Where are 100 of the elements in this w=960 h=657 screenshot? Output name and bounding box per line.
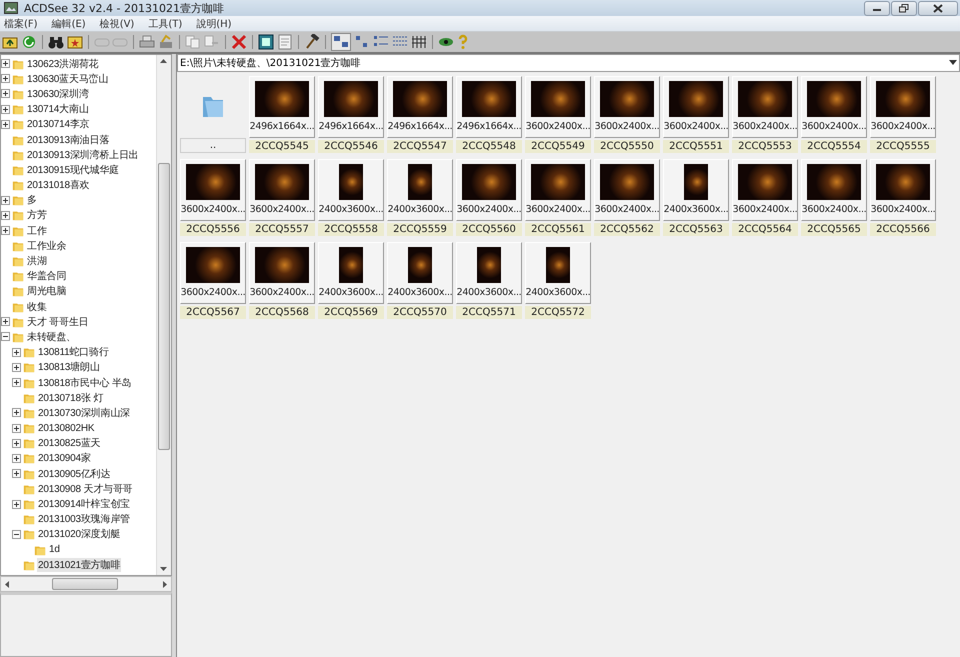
thumbnail[interactable]: 3600x2400x... [870, 159, 936, 221]
hammer-icon[interactable] [304, 34, 320, 50]
tree-item[interactable]: 方芳 [26, 208, 48, 222]
thumbnail[interactable]: 2400x3600x... [663, 159, 729, 221]
menu-item[interactable]: 檔案(F) [4, 16, 38, 30]
close-button[interactable] [918, 0, 958, 16]
tree-item[interactable]: 20131020深度划艇 [37, 527, 122, 542]
tree-item[interactable]: 20130802HK [37, 422, 96, 434]
expand-icon[interactable] [12, 348, 21, 357]
folder-up-icon[interactable] [2, 35, 18, 49]
tree-item[interactable]: 130630蓝天马峦山 [26, 72, 110, 86]
scrollbar-thumb[interactable] [52, 578, 118, 590]
tree-item[interactable]: 130714大南山 [26, 102, 90, 116]
thumbnail[interactable]: 3600x2400x... [732, 76, 798, 138]
tree-item[interactable]: 20130825蓝天 [37, 436, 102, 450]
thumbnail[interactable]: 3600x2400x... [525, 159, 591, 221]
tree-item[interactable]: 20130904家 [37, 451, 92, 466]
tree-item[interactable]: 130630深圳湾 [26, 86, 90, 101]
expand-icon[interactable] [12, 424, 21, 433]
thumbnail[interactable]: 3600x2400x... [594, 76, 660, 138]
tree-item[interactable]: 工作业余 [26, 238, 68, 253]
expand-icon[interactable] [1, 74, 10, 84]
expand-icon[interactable] [1, 59, 10, 68]
thumbnail[interactable]: 2400x3600x... [387, 159, 453, 221]
tree-item[interactable]: 20130905亿利达 [37, 466, 112, 481]
thumbnail[interactable]: 3600x2400x... [180, 159, 246, 221]
thumbnail[interactable]: 2496x1664x... [456, 76, 522, 138]
thumbnail[interactable]: 2400x3600x... [456, 242, 522, 304]
dropdown-icon[interactable] [949, 60, 957, 66]
tree-item[interactable]: 20131021壹方咖啡 [37, 558, 122, 572]
expand-icon[interactable] [12, 438, 21, 448]
tree-item[interactable]: 130623洪湖荷花 [26, 56, 100, 71]
thumbnail[interactable]: 2400x3600x... [525, 242, 591, 304]
tree-item[interactable]: 20130913南油日落 [26, 132, 110, 147]
restore-button[interactable] [891, 0, 917, 16]
tree-item[interactable]: 20130914叶梓宝创宝 [37, 497, 131, 512]
expand-icon[interactable] [12, 500, 21, 509]
thumbnail[interactable]: 3600x2400x... [249, 159, 315, 221]
expand-icon[interactable] [1, 89, 10, 98]
thumbnail[interactable]: 3600x2400x... [249, 242, 315, 304]
grid-view-icon[interactable] [411, 34, 427, 50]
collapse-icon[interactable] [1, 332, 10, 342]
expand-icon[interactable] [12, 454, 21, 463]
tree-item[interactable]: 华盖合同 [26, 269, 68, 284]
tree-item[interactable]: 20130714李京 [26, 117, 90, 132]
thumbnail[interactable]: 2400x3600x... [387, 242, 453, 304]
expand-icon[interactable] [1, 104, 10, 114]
refresh-icon[interactable] [21, 34, 37, 50]
tree-item[interactable]: 20130915现代城华庭 [26, 162, 120, 177]
tree-item[interactable]: 20130913深圳湾桥上日出 [26, 148, 140, 162]
thumbnail[interactable]: 2400x3600x... [318, 159, 384, 221]
thumbnail[interactable]: 2496x1664x... [387, 76, 453, 138]
thumbnail[interactable]: 3600x2400x... [525, 76, 591, 138]
thumbnail[interactable]: 3600x2400x... [801, 76, 867, 138]
tree-item[interactable]: 天才 哥哥生日 [26, 314, 90, 329]
expand-icon[interactable] [1, 210, 10, 220]
address-field[interactable]: E:\照片\未转硬盘、\20131021壹方咖啡 [178, 56, 949, 70]
tree-item[interactable]: 20130908 天才与哥哥 [37, 482, 134, 496]
menu-item[interactable]: 說明(H) [196, 16, 232, 30]
binoculars-icon[interactable] [48, 35, 64, 49]
menu-item[interactable]: 檢視(V) [100, 16, 134, 30]
printer-icon[interactable] [139, 35, 155, 49]
tree-item[interactable]: 130811蛇口骑行 [37, 345, 110, 360]
small-icons-view-icon[interactable] [354, 34, 370, 50]
address-bar[interactable]: E:\照片\未转硬盘、\20131021壹方咖啡 [177, 54, 960, 72]
thumbnail[interactable]: 3600x2400x... [732, 159, 798, 221]
thumbnail[interactable]: 3600x2400x... [594, 159, 660, 221]
expand-icon[interactable] [12, 408, 21, 418]
thumbnail[interactable]: 2496x1664x... [249, 76, 315, 138]
thumbnail[interactable]: 3600x2400x... [456, 159, 522, 221]
thumbnail[interactable]: 2496x1664x... [318, 76, 384, 138]
tree-item[interactable]: 20131018喜欢 [26, 178, 90, 192]
thumbnail[interactable]: 3600x2400x... [180, 242, 246, 304]
delete-icon[interactable] [231, 34, 247, 50]
expand-icon[interactable] [1, 120, 10, 129]
thumbnail[interactable]: 3600x2400x... [801, 159, 867, 221]
expand-icon[interactable] [1, 226, 10, 236]
tree-item[interactable]: 20130718张 灯 [37, 390, 104, 405]
tree-item[interactable]: 洪湖 [26, 254, 48, 268]
expand-icon[interactable] [12, 469, 21, 478]
thumbnail[interactable]: 2400x3600x... [318, 242, 384, 304]
tree-item[interactable]: 周光电脑 [26, 284, 68, 298]
menu-item[interactable]: 編輯(E) [52, 16, 86, 30]
tree-item[interactable]: 多 [26, 193, 38, 208]
thumbnail[interactable]: 3600x2400x... [663, 76, 729, 138]
tree-item[interactable]: 130813塘朗山 [37, 360, 101, 374]
expand-icon[interactable] [12, 362, 21, 372]
tree-item[interactable]: 工作 [26, 224, 48, 238]
minimize-button[interactable] [864, 0, 890, 16]
scrollbar-thumb[interactable] [158, 163, 170, 450]
tree-item[interactable]: 未转硬盘、 [26, 330, 78, 344]
tree-item[interactable]: 20131003玫瑰海岸管 [37, 512, 131, 526]
tree-item[interactable]: 收集 [26, 300, 48, 314]
menu-item[interactable]: 工具(T) [148, 16, 182, 30]
expand-icon[interactable] [12, 378, 21, 388]
tree-item[interactable]: 20130730深圳南山深 [37, 406, 131, 420]
collapse-icon[interactable] [12, 530, 21, 539]
tree-item[interactable]: 1d [48, 544, 61, 556]
large-icons-view-icon[interactable] [331, 33, 351, 51]
expand-icon[interactable] [1, 317, 10, 326]
